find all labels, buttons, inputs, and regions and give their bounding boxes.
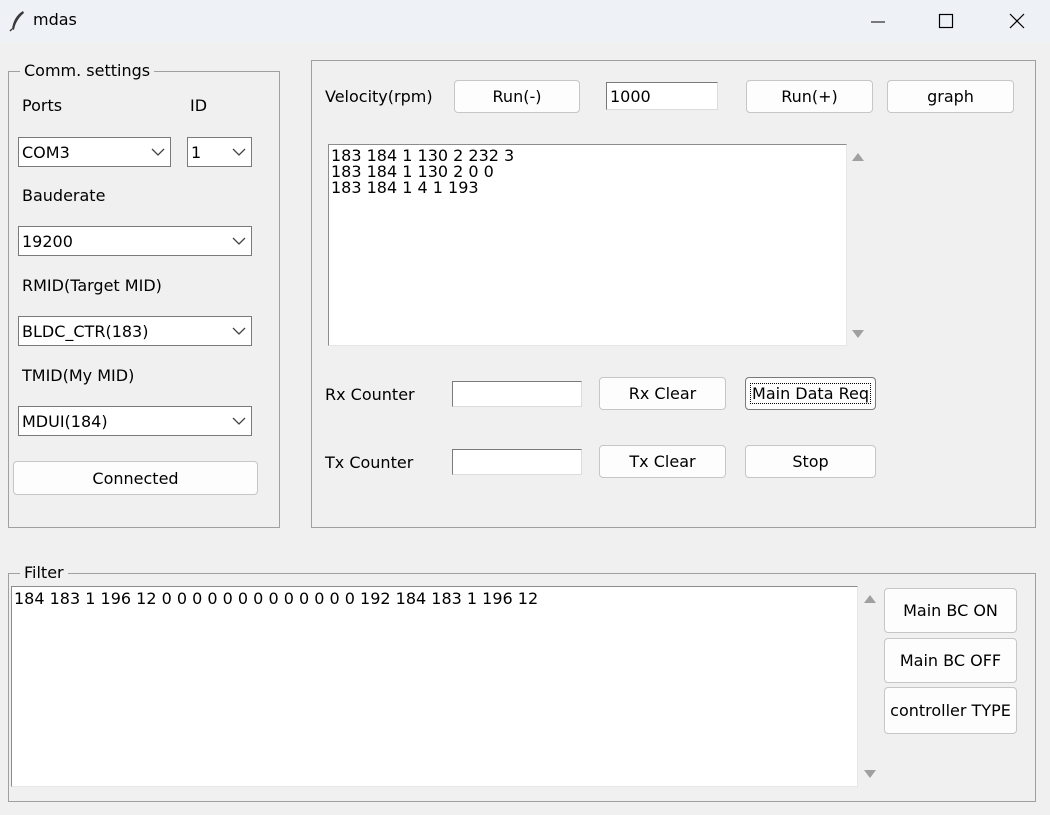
graph-button[interactable]: graph [887, 80, 1014, 113]
tx-counter-input[interactable] [452, 449, 582, 475]
port-select[interactable]: COM3 [18, 137, 171, 167]
velocity-label: Velocity(rpm) [325, 87, 433, 106]
rmid-select[interactable]: BLDC_CTR(183) [18, 316, 252, 346]
rx-clear-label: Rx Clear [628, 384, 697, 403]
chevron-down-icon [232, 148, 246, 156]
id-select-value: 1 [191, 142, 202, 162]
close-icon [1009, 13, 1025, 29]
rx-counter-label: Rx Counter [325, 385, 415, 404]
window-title: mdas [33, 10, 77, 29]
title-bar: mdas [0, 0, 1050, 42]
close-button[interactable] [982, 0, 1050, 42]
scroll-down-arrow-icon[interactable] [862, 766, 878, 782]
stop-button[interactable]: Stop [745, 445, 876, 478]
rmid-select-value: BLDC_CTR(183) [22, 321, 149, 341]
main-bc-off-label: Main BC OFF [899, 651, 1002, 670]
tmid-select[interactable]: MDUI(184) [18, 406, 252, 436]
velocity-input[interactable]: 1000 [606, 82, 718, 110]
rx-log-text[interactable]: 183 184 1 130 2 232 3 183 184 1 130 2 0 … [328, 144, 847, 346]
minimize-button[interactable] [843, 0, 913, 42]
run-plus-button[interactable]: Run(+) [746, 80, 873, 113]
scroll-down-arrow-icon[interactable] [850, 326, 866, 342]
main-bc-on-button[interactable]: Main BC ON [884, 588, 1017, 633]
main-data-req-button[interactable]: Main Data Req [745, 377, 876, 410]
chevron-down-icon [232, 417, 246, 425]
maximize-icon [938, 13, 954, 29]
stop-label: Stop [792, 452, 829, 471]
ports-label: Ports [22, 96, 63, 115]
connect-button-label: Connected [92, 468, 179, 488]
connect-button[interactable]: Connected [13, 461, 258, 495]
minimize-icon [871, 21, 885, 23]
main-bc-on-label: Main BC ON [903, 601, 998, 620]
run-plus-label: Run(+) [781, 87, 838, 106]
feather-icon [9, 10, 27, 32]
rx-clear-button[interactable]: Rx Clear [599, 377, 726, 410]
baud-select-value: 19200 [22, 231, 73, 251]
baud-label: Bauderate [22, 186, 106, 205]
main-data-req-label: Main Data Req [750, 383, 871, 404]
comm-settings-legend: Comm. settings [20, 62, 155, 80]
run-minus-button[interactable]: Run(-) [454, 80, 580, 113]
velocity-input-value: 1000 [610, 86, 651, 106]
chevron-down-icon [151, 148, 165, 156]
controller-type-label: controller TYPE [890, 701, 1011, 720]
tmid-select-value: MDUI(184) [22, 411, 108, 431]
rmid-label: RMID(Target MID) [22, 276, 162, 295]
baud-select[interactable]: 19200 [18, 226, 252, 256]
filter-legend: Filter [20, 564, 68, 582]
filter-text[interactable]: 184 183 1 196 12 0 0 0 0 0 0 0 0 0 0 0 0… [11, 586, 858, 787]
run-minus-label: Run(-) [492, 87, 542, 106]
id-select[interactable]: 1 [187, 137, 252, 167]
chevron-down-icon [232, 327, 246, 335]
graph-label: graph [927, 87, 974, 106]
controller-type-button[interactable]: controller TYPE [884, 687, 1017, 734]
tx-clear-button[interactable]: Tx Clear [599, 445, 726, 478]
chevron-down-icon [232, 237, 246, 245]
tx-clear-label: Tx Clear [629, 452, 696, 471]
scroll-up-arrow-icon[interactable] [862, 591, 878, 607]
main-bc-off-button[interactable]: Main BC OFF [884, 638, 1017, 683]
id-label: ID [190, 96, 208, 115]
scroll-up-arrow-icon[interactable] [850, 149, 866, 165]
tmid-label: TMID(My MID) [22, 366, 135, 385]
tx-counter-label: Tx Counter [325, 453, 414, 472]
port-select-value: COM3 [22, 142, 70, 162]
rx-counter-input[interactable] [452, 381, 582, 407]
maximize-button[interactable] [911, 0, 981, 42]
